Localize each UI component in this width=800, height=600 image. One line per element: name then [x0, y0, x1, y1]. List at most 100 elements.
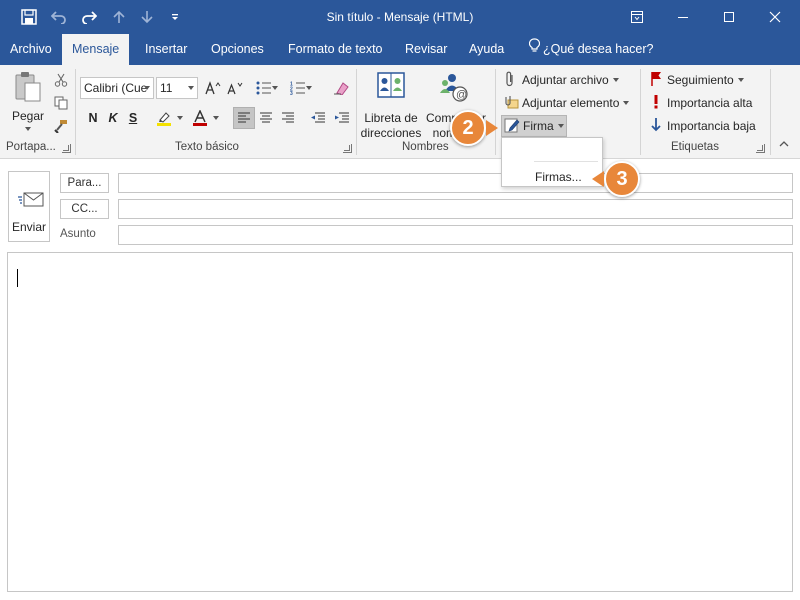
save-icon[interactable] — [14, 0, 44, 34]
align-left-button[interactable] — [233, 107, 255, 129]
ribbon-display-options-icon[interactable] — [614, 0, 660, 34]
tab-revisar[interactable]: Revisar — [395, 34, 457, 65]
tab-opciones[interactable]: Opciones — [201, 34, 274, 65]
step-3-pointer — [592, 171, 604, 187]
high-importance-button[interactable]: Importancia alta — [650, 94, 752, 112]
chevron-down-icon — [612, 78, 619, 82]
underline-button[interactable]: S — [122, 107, 144, 129]
minimize-icon[interactable] — [660, 0, 706, 34]
group-divider — [75, 69, 76, 155]
increase-indent-button[interactable] — [331, 107, 353, 129]
group-divider — [770, 69, 771, 155]
text-cursor — [17, 269, 18, 287]
shrink-font-button[interactable] — [224, 77, 246, 99]
clipboard-launcher-icon[interactable] — [62, 144, 71, 153]
previous-item-icon[interactable] — [104, 0, 134, 34]
align-right-button[interactable] — [277, 107, 299, 129]
paste-button[interactable]: Pegar — [10, 71, 46, 137]
group-divider — [640, 69, 641, 155]
tab-ayuda[interactable]: Ayuda — [459, 34, 514, 65]
step-2-pointer — [486, 120, 498, 136]
customize-quick-access-icon[interactable] — [160, 0, 190, 34]
arrow-down-icon — [650, 117, 662, 135]
tags-group-label: Etiquetas — [671, 141, 719, 153]
maximize-icon[interactable] — [706, 0, 752, 34]
attach-file-label: Adjuntar archivo — [522, 73, 609, 87]
collapse-ribbon-icon[interactable] — [779, 140, 789, 148]
bullets-dropdown-arrow[interactable] — [272, 86, 278, 90]
attach-item-button[interactable]: Adjuntar elemento — [503, 94, 630, 113]
grow-font-button[interactable] — [202, 77, 224, 99]
follow-up-label: Seguimiento — [667, 73, 734, 87]
paste-label: Pegar — [11, 109, 45, 123]
numbering-dropdown-arrow[interactable] — [306, 86, 312, 90]
high-importance-label: Importancia alta — [667, 96, 753, 110]
bullets-button[interactable] — [254, 77, 274, 99]
send-envelope-icon — [18, 189, 44, 212]
cut-icon[interactable] — [50, 69, 72, 91]
font-color-button[interactable] — [188, 107, 212, 129]
ribbon: Pegar Portapa... Calibri (Cue 11 123 N K… — [0, 65, 800, 159]
tags-launcher-icon[interactable] — [756, 144, 765, 153]
subject-field[interactable] — [118, 225, 793, 245]
font-color-dropdown-arrow[interactable] — [213, 116, 219, 120]
italic-button[interactable]: K — [102, 107, 124, 129]
message-body[interactable] — [7, 252, 793, 592]
attach-item-icon — [503, 94, 519, 113]
group-divider — [495, 69, 496, 155]
format-painter-icon[interactable] — [50, 115, 72, 137]
tab-mensaje[interactable]: Mensaje — [62, 34, 130, 65]
numbering-button[interactable]: 123 — [288, 77, 308, 99]
tell-me-label: ¿Qué desea hacer? — [543, 42, 654, 56]
address-book-label-1: Libreta de — [364, 111, 418, 125]
signature-button[interactable]: Firma — [501, 115, 567, 137]
exclamation-icon — [650, 94, 662, 112]
chevron-down-icon — [737, 78, 744, 82]
font-size-combo[interactable]: 11 — [156, 77, 198, 99]
highlight-dropdown-arrow[interactable] — [177, 116, 183, 120]
check-names-icon: @ — [439, 71, 473, 106]
bold-button[interactable]: N — [82, 107, 104, 129]
font-size-value: 11 — [160, 81, 173, 95]
undo-icon[interactable] — [44, 0, 74, 34]
tab-formato-de-texto[interactable]: Formato de texto — [278, 34, 393, 65]
chevron-down-icon — [623, 101, 630, 105]
cc-button[interactable]: CC... — [60, 199, 109, 219]
redo-icon[interactable] — [74, 0, 104, 34]
clear-formatting-button[interactable] — [330, 77, 352, 99]
clipboard-icon — [13, 71, 43, 106]
decrease-indent-button[interactable] — [307, 107, 329, 129]
tab-archivo[interactable]: Archivo — [0, 34, 62, 65]
low-importance-button[interactable]: Importancia baja — [650, 117, 756, 135]
address-book-button[interactable]: Libreta de direcciones — [360, 71, 422, 141]
chevron-down-icon — [557, 124, 564, 128]
clipboard-group-label: Portapa... — [6, 141, 56, 153]
flag-icon — [650, 71, 662, 89]
font-name-combo[interactable]: Calibri (Cue — [80, 77, 154, 99]
send-label: Enviar — [11, 220, 46, 234]
font-name-value: Calibri (Cue — [84, 81, 148, 95]
follow-up-button[interactable]: Seguimiento — [650, 71, 744, 89]
address-book-label-2: direcciones — [360, 126, 422, 140]
highlight-button[interactable] — [152, 107, 176, 129]
step-2-callout: 2 — [450, 110, 486, 146]
to-button[interactable]: Para... — [60, 173, 109, 193]
lightbulb-icon — [528, 34, 541, 65]
tell-me-search[interactable]: ¿Qué desea hacer? — [519, 34, 664, 65]
signatures-menu-item[interactable]: Firmas... — [535, 170, 582, 184]
tab-insertar[interactable]: Insertar — [135, 34, 197, 65]
title-bar: Sin título - Mensaje (HTML) — [0, 0, 800, 34]
attach-file-button[interactable]: Adjuntar archivo — [503, 71, 619, 89]
to-field[interactable] — [118, 173, 793, 193]
align-center-button[interactable] — [255, 107, 277, 129]
menu-separator — [534, 161, 598, 162]
send-button[interactable]: Enviar — [8, 171, 50, 242]
basic-text-launcher-icon[interactable] — [343, 144, 352, 153]
chevron-down-icon — [144, 86, 150, 90]
cc-field[interactable] — [118, 199, 793, 219]
next-item-icon[interactable] — [132, 0, 162, 34]
basic-text-group-label: Texto básico — [175, 141, 239, 153]
close-icon[interactable] — [752, 0, 798, 34]
copy-icon[interactable] — [50, 92, 72, 114]
svg-text:@: @ — [456, 89, 467, 101]
